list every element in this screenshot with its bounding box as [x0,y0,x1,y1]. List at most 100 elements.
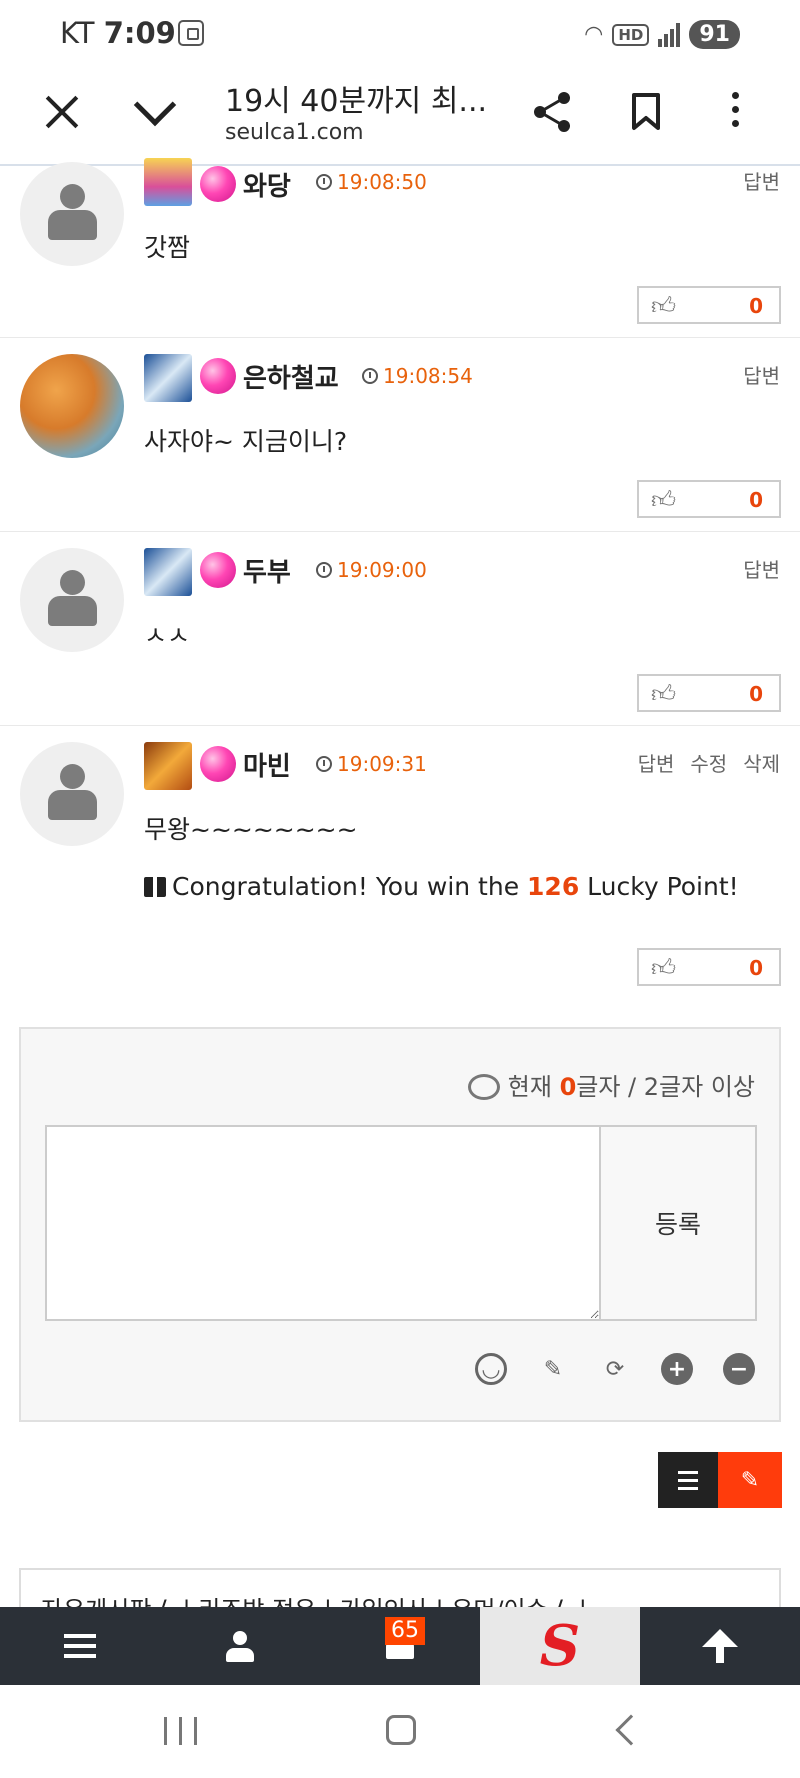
gift-icon [144,877,166,897]
more-options-icon[interactable] [732,92,739,127]
scroll-top-button[interactable] [640,1607,800,1685]
arrow-up-icon [702,1629,738,1663]
thumbs-up-icon: 👍︎ [651,680,677,708]
clock-time: 7:09 [103,16,176,50]
footer-links-box: 자유게시판 ϟ | 리조밤 정유 | 가입인사 | 유머/이슈 ϟ | [19,1568,781,1608]
notification-badge: 65 [385,1617,425,1645]
reply-button[interactable]: 답변 [743,166,780,195]
site-logo: S [539,1613,581,1679]
user-icon [226,1630,254,1662]
refresh-icon[interactable]: ⟳ [599,1353,631,1385]
like-button[interactable]: 👍︎ 0 [637,674,781,712]
carrier-label: KT [60,16,95,50]
clock-icon [316,174,332,190]
comment-nickname[interactable]: 두부 [243,552,291,589]
minus-icon[interactable]: − [723,1353,755,1385]
back-icon[interactable] [615,1714,647,1746]
clock-icon [316,562,332,578]
page-url: seulca1.com [225,120,364,145]
clock-icon [362,368,378,384]
emoji-icon[interactable]: ◡ [475,1353,507,1385]
pencil-icon[interactable]: ✎ [537,1353,569,1385]
bottom-nav: S 65 [0,1607,800,1685]
reply-button[interactable]: 답변 [743,360,780,389]
hd-icon: HD [612,23,650,46]
share-icon[interactable] [530,90,574,134]
reply-button[interactable]: 답변 [638,748,675,777]
battery-indicator: 91 [689,20,740,49]
close-icon[interactable] [44,94,80,130]
chevron-down-icon[interactable] [133,83,177,127]
browser-toolbar: 19시 40분까지 최... seulca1.com [0,68,800,166]
level-icon [144,548,192,596]
screenshot-icon [178,20,204,46]
level-icon [144,742,192,790]
lucky-point-message: Congratulation! You win the 126 Lucky Po… [144,872,739,901]
plus-icon[interactable]: + [661,1353,693,1385]
signal-icon [658,22,681,47]
level-icon [144,158,192,206]
home-icon[interactable] [386,1715,416,1745]
like-button[interactable]: 👍︎ 0 [637,480,781,518]
thumbs-up-icon: 👍︎ [651,486,677,514]
write-button[interactable]: ✎ [718,1452,782,1508]
like-button[interactable]: 👍︎ 0 [637,948,781,986]
site-logo-button[interactable]: S [480,1607,640,1685]
avatar [20,354,124,458]
bookmark-icon[interactable] [630,92,662,132]
avatar [20,548,124,652]
level-icon [144,354,192,402]
rank-ball-icon [200,166,236,202]
comment-text: 사자야~ 지금이니? [144,427,348,456]
rank-ball-icon [200,552,236,588]
comment-time: 19:09:31 [316,752,427,776]
rank-ball-icon [200,746,236,782]
menu-button[interactable] [0,1607,160,1685]
hamburger-icon [64,1634,96,1658]
submit-button[interactable]: 등록 [599,1125,757,1321]
profile-button[interactable] [160,1607,320,1685]
comment-item: 와당 19:08:50 답변 갓짬 👍︎ 0 [0,158,800,338]
wifi-icon: ◠ [584,22,604,47]
comment-text: 무왕~~~~~~~~ [144,815,358,844]
avatar [20,162,124,266]
comment-time: 19:09:00 [316,558,427,582]
speech-bubble-icon [467,1074,500,1100]
reply-button[interactable]: 답변 [743,554,780,583]
comment-text: ㅅㅅ [144,621,191,650]
recent-apps-icon[interactable] [164,1717,197,1745]
thumbs-up-icon: 👍︎ [651,292,677,320]
status-bar: KT 7:09 ◠ HD 91 [0,0,800,68]
like-count: 0 [749,294,763,318]
comment-actions: 답변 [743,554,780,583]
comment-actions: 답변 수정 삭제 [638,748,780,777]
comment-nickname[interactable]: 은하철교 [243,358,339,395]
comment-input[interactable] [45,1125,601,1321]
comment-time: 19:08:50 [316,170,427,194]
char-counter: 현재 0글자 / 2글자 이상 [467,1067,755,1102]
pencil-icon: ✎ [740,1467,760,1493]
comment-item: 두부 19:09:00 답변 ㅅㅅ 👍︎ 0 [0,532,800,726]
like-count: 0 [749,956,763,980]
clock-icon [316,756,332,772]
page-title: 19시 40분까지 최... [225,84,488,119]
comment-editor: 현재 0글자 / 2글자 이상 등록 ◡ ✎ ⟳ + − [19,1027,781,1422]
thumbs-up-icon: 👍︎ [651,954,677,982]
comment-nickname[interactable]: 와당 [243,166,291,203]
like-button[interactable]: 👍︎ 0 [637,286,781,324]
comment-nickname[interactable]: 마빈 [243,746,291,783]
comment-item: 마빈 19:09:31 답변 수정 삭제 무왕~~~~~~~~ Congratu… [0,726,800,996]
system-nav-bar [0,1685,800,1778]
comment-actions: 답변 [743,166,780,195]
comment-actions: 답변 [743,360,780,389]
rank-ball-icon [200,358,236,394]
status-icons: ◠ HD 91 [584,20,740,49]
comment-item: 은하철교 19:08:54 답변 사자야~ 지금이니? 👍︎ 0 [0,338,800,532]
avatar [20,742,124,846]
board-buttons: ✎ [658,1452,782,1508]
footer-links[interactable]: 자유게시판 ϟ | 리조밤 정유 | 가입인사 | 유머/이슈 ϟ | [41,1590,587,1608]
status-carrier-time: KT 7:09 [60,16,176,50]
list-button[interactable] [658,1452,718,1508]
edit-button[interactable]: 수정 [690,748,727,777]
delete-button[interactable]: 삭제 [743,748,780,777]
